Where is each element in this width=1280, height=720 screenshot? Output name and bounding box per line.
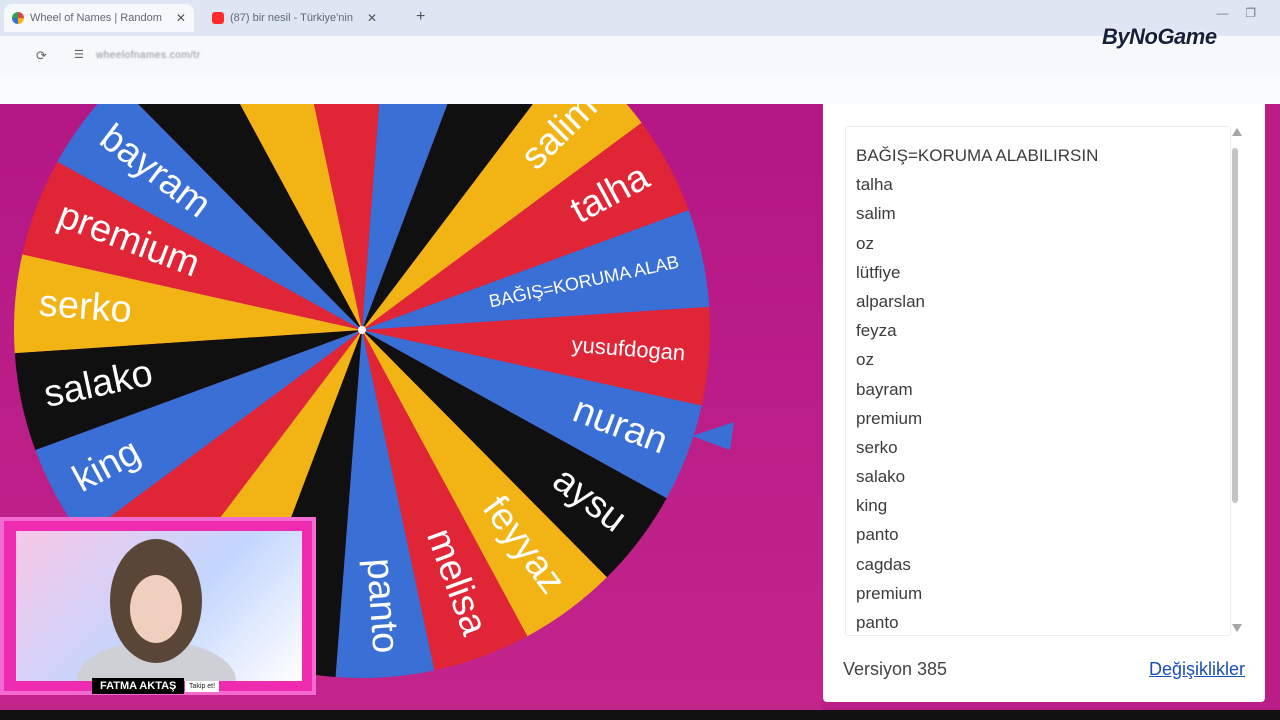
- taskbar-strip: [0, 710, 1280, 720]
- reload-icon[interactable]: ⟳: [36, 48, 47, 64]
- entry-item[interactable]: BAĞIŞ=KORUMA ALABILIRSIN: [856, 141, 1230, 170]
- changes-link[interactable]: Değişiklikler: [1149, 659, 1245, 680]
- bookmarks-bar: [0, 76, 1280, 104]
- wheel-favicon-icon: [12, 12, 24, 24]
- entry-item[interactable]: salako: [856, 462, 1230, 491]
- entries-scrollbar[interactable]: [1229, 126, 1243, 634]
- entry-item[interactable]: serko: [856, 433, 1230, 462]
- entry-item[interactable]: cagdas: [856, 550, 1230, 579]
- entry-item[interactable]: oz: [856, 229, 1230, 258]
- streamer-name: FATMA AKTAŞ: [92, 678, 185, 694]
- youtube-favicon-icon: [212, 12, 224, 24]
- entry-item[interactable]: alparslan: [856, 287, 1230, 316]
- entry-item[interactable]: premium: [856, 579, 1230, 608]
- new-tab-icon[interactable]: +: [416, 8, 425, 26]
- version-label: Versiyon 385: [843, 659, 948, 679]
- window-controls[interactable]: — ❐: [1217, 6, 1256, 20]
- entry-item[interactable]: panto: [856, 520, 1230, 549]
- scroll-up-icon[interactable]: [1232, 128, 1242, 136]
- bynogame-logo: ByNoGame: [1102, 24, 1217, 49]
- tab-title: (87) bir nesil - Türkiye'nin: [230, 12, 353, 24]
- follow-badge: Takip et!: [185, 681, 220, 692]
- entry-item[interactable]: king: [856, 491, 1230, 520]
- wheel-center-hub[interactable]: [358, 326, 366, 334]
- streamer-figure: [76, 539, 236, 720]
- entry-item[interactable]: oz: [856, 345, 1230, 374]
- wheel-pointer-icon: [692, 422, 734, 450]
- entries-list[interactable]: BAĞIŞ=KORUMA ALABILIRSIN talha salim oz lütf…: [846, 127, 1230, 635]
- browser-tab-strip: Wheel of Names | Random ✕ (87) bir nesil…: [0, 0, 1280, 36]
- entries-textbox[interactable]: BAĞIŞ=KORUMA ALABILIRSIN talha salim oz lütf…: [845, 126, 1231, 636]
- entry-item[interactable]: premium: [856, 404, 1230, 433]
- entry-item[interactable]: salim: [856, 199, 1230, 228]
- wheel-segment-label: serko: [37, 282, 133, 331]
- entry-item[interactable]: talha: [856, 170, 1230, 199]
- wheel-segment-label: panto: [358, 557, 406, 655]
- scroll-thumb[interactable]: [1232, 148, 1238, 503]
- webcam-overlay: FATMA AKTAŞ Takip et!: [0, 517, 316, 720]
- tab-title: Wheel of Names | Random: [30, 12, 162, 24]
- browser-toolbar: ⟳ ☰ wheelofnames.com/tr: [0, 36, 1280, 76]
- streamer-video: [16, 531, 302, 720]
- close-tab-icon[interactable]: ✕: [367, 11, 377, 25]
- entry-item[interactable]: bayram: [856, 375, 1230, 404]
- entry-item[interactable]: feyza: [856, 316, 1230, 345]
- close-tab-icon[interactable]: ✕: [176, 11, 186, 25]
- tab-wheel-of-names[interactable]: Wheel of Names | Random ✕: [4, 4, 194, 32]
- entry-item[interactable]: lütfiye: [856, 258, 1230, 287]
- site-settings-icon[interactable]: ☰: [74, 48, 84, 61]
- entries-panel: BAĞIŞ=KORUMA ALABILIRSIN talha salim oz lütf…: [823, 104, 1265, 702]
- entry-item[interactable]: panto: [856, 608, 1230, 635]
- scroll-down-icon[interactable]: [1232, 624, 1242, 632]
- address-bar[interactable]: wheelofnames.com/tr: [96, 50, 201, 61]
- tab-youtube[interactable]: (87) bir nesil - Türkiye'nin ✕: [206, 4, 402, 32]
